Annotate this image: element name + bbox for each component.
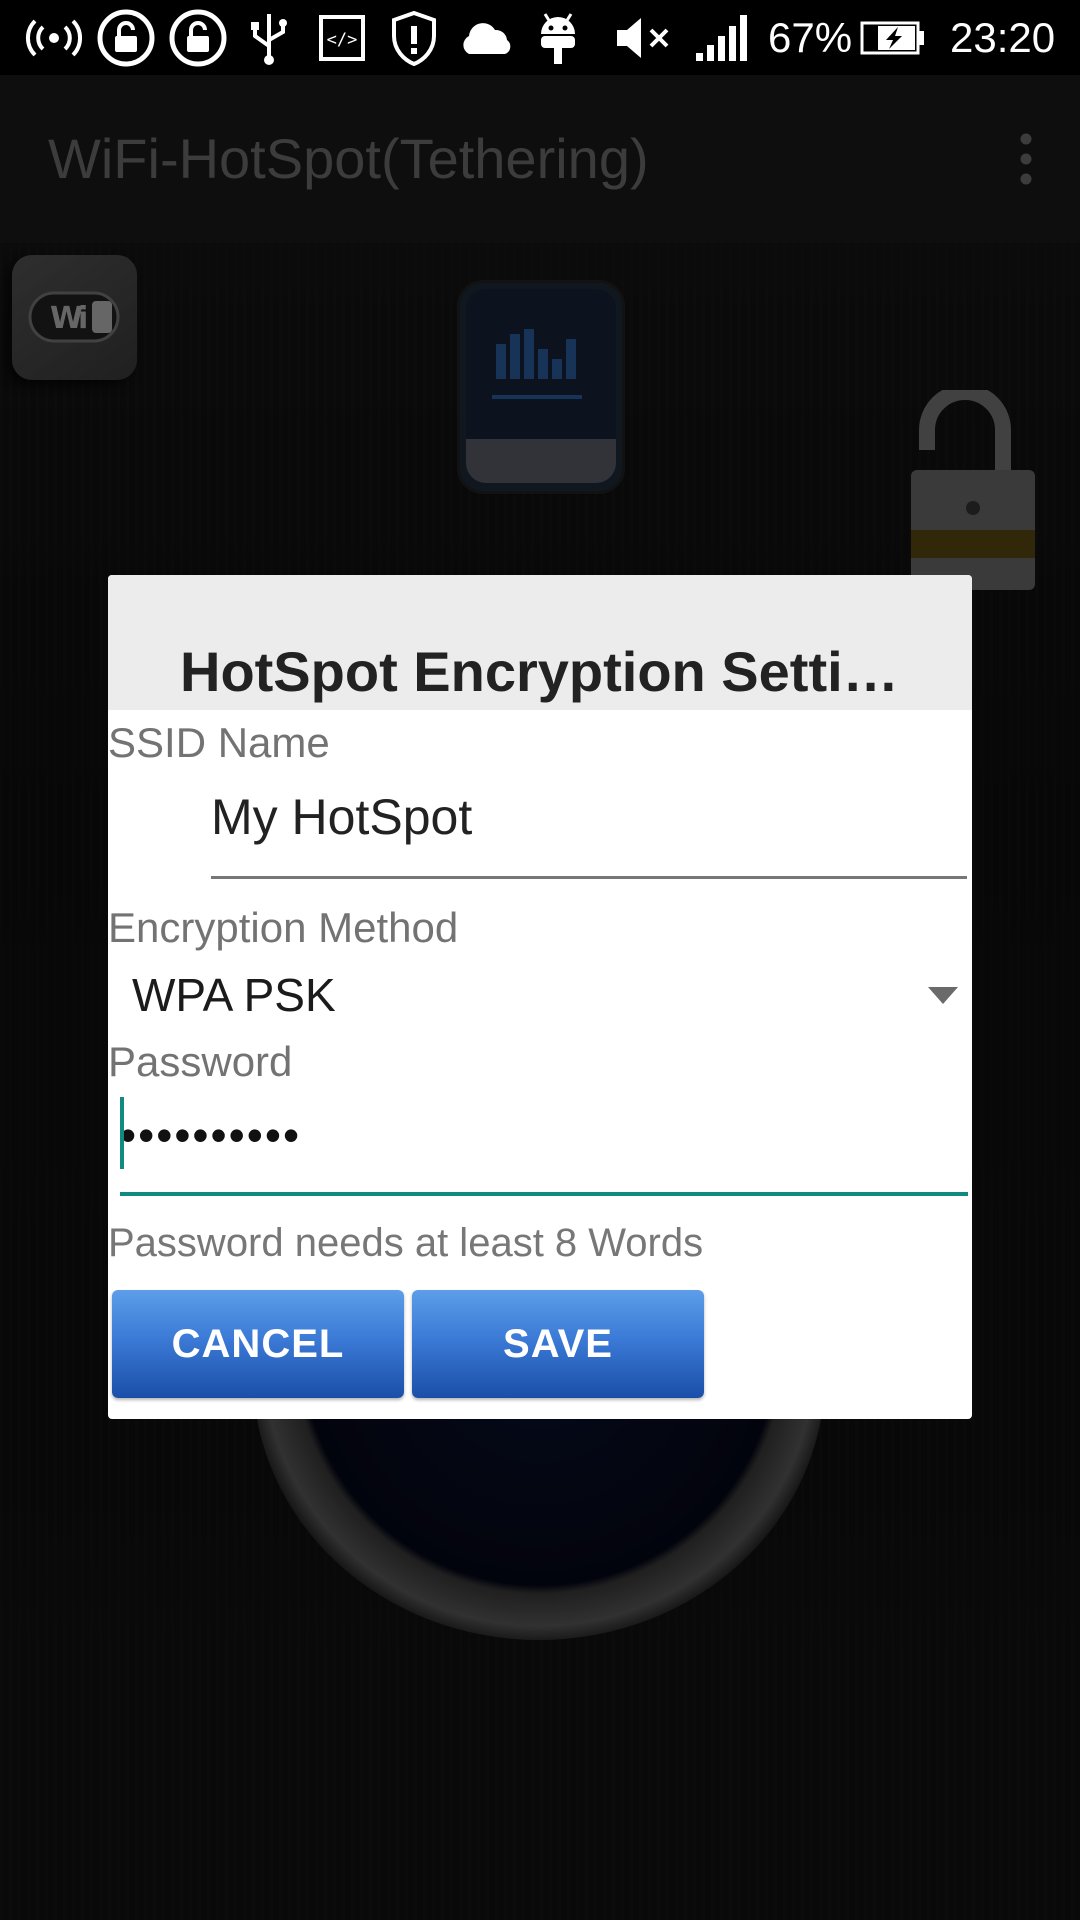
wifi-tethering-icon xyxy=(22,0,86,75)
save-button[interactable]: SAVE xyxy=(412,1290,704,1398)
lock-icon xyxy=(96,0,156,75)
password-hint: Password needs at least 8 Words xyxy=(108,1221,704,1265)
shield-icon xyxy=(388,0,440,75)
text-cursor xyxy=(120,1097,124,1169)
ssid-underline xyxy=(211,876,967,879)
dialog-title: HotSpot Encryption Setti… xyxy=(180,640,899,703)
mute-icon xyxy=(612,0,674,75)
usb-icon xyxy=(244,0,294,75)
encryption-settings-dialog: HotSpot Encryption Setti… SSID Name My H… xyxy=(108,575,972,1419)
cancel-button[interactable]: CANCEL xyxy=(112,1290,404,1398)
ssid-label: SSID Name xyxy=(108,719,330,766)
android-icon xyxy=(534,0,582,75)
svg-text:</>: </> xyxy=(327,30,358,50)
encryption-method-select[interactable]: WPA PSK xyxy=(118,955,968,1035)
status-bar: </> 67% 23:20 xyxy=(0,0,1080,75)
battery-percent: 67% xyxy=(768,14,853,61)
dialog-header: HotSpot Encryption Setti… xyxy=(108,575,972,710)
code-icon: </> xyxy=(316,0,368,75)
signal-icon xyxy=(694,0,752,75)
dropdown-arrow-icon xyxy=(928,987,958,1004)
password-input[interactable]: •••••••••• xyxy=(120,1095,968,1179)
notification-icons: </> xyxy=(0,0,720,75)
encryption-label: Encryption Method xyxy=(108,904,459,951)
password-label: Password xyxy=(108,1038,293,1085)
encryption-method-value: WPA PSK xyxy=(132,969,336,1021)
lock-icon xyxy=(168,0,228,75)
password-value: •••••••••• xyxy=(120,1109,302,1161)
cloud-icon xyxy=(454,0,518,75)
clock: 23:20 xyxy=(950,14,1056,61)
ssid-input[interactable]: My HotSpot xyxy=(211,787,472,847)
battery-charging-icon xyxy=(858,0,928,75)
password-underline xyxy=(120,1192,968,1196)
